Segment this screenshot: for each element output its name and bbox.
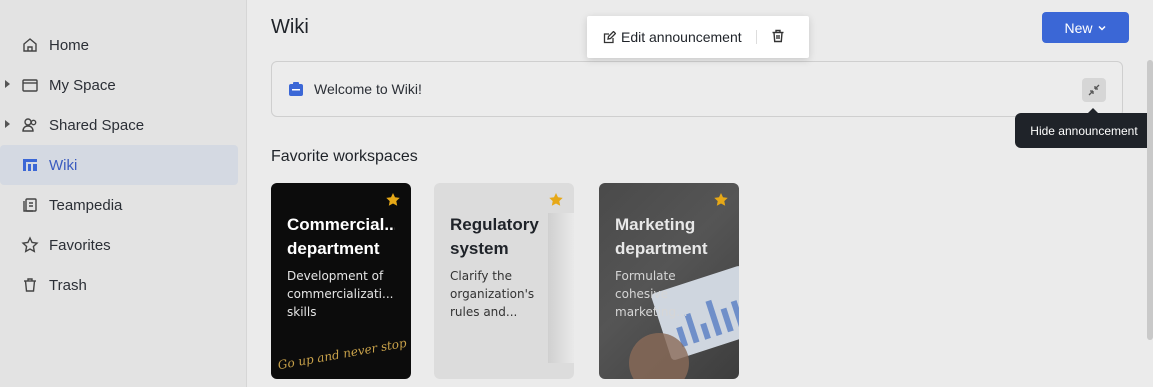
trash-icon: [772, 29, 784, 42]
sidebar-item-label: My Space: [49, 76, 116, 94]
home-icon: [21, 36, 39, 54]
edit-announcement-label: Edit announcement: [621, 29, 742, 45]
edit-announcement-button[interactable]: Edit announcement: [603, 29, 742, 45]
page-title: Wiki: [271, 16, 309, 38]
workspace-card-regulatory[interactable]: Regulatory system Clarify the organizati…: [434, 183, 574, 379]
sidebar-item-label: Teampedia: [49, 196, 123, 214]
workspace-description: Clarify the organization's rules and...: [450, 269, 535, 319]
sidebar: Home My Space Shared Space Wiki Teampedi…: [0, 0, 247, 387]
sidebar-item-teampedia[interactable]: Teampedia: [0, 185, 238, 225]
workspace-title: Commercial... department: [287, 215, 395, 258]
teampedia-icon: [21, 196, 39, 214]
sidebar-item-label: Trash: [49, 276, 87, 294]
sidebar-item-favorites[interactable]: Favorites: [0, 225, 238, 265]
sidebar-item-label: Home: [49, 36, 90, 54]
sidebar-item-my-space[interactable]: My Space: [0, 65, 238, 105]
expand-caret-icon[interactable]: [5, 120, 10, 128]
wiki-icon: [21, 156, 39, 174]
sidebar-item-wiki[interactable]: Wiki: [0, 145, 238, 185]
announcement-text: Welcome to Wiki!: [314, 81, 422, 97]
chevron-down-icon: [1097, 25, 1106, 31]
cover-art-text: Go up and never stop: [276, 335, 408, 373]
announcement-toolbar: Edit announcement: [587, 16, 809, 58]
workspace-title: Marketing department: [615, 215, 708, 258]
announcement-banner: Welcome to Wiki!: [271, 61, 1123, 117]
users-icon: [21, 116, 39, 134]
folder-icon: [21, 76, 39, 94]
favorite-workspaces-heading: Favorite workspaces: [271, 148, 418, 165]
toolbar-divider: [755, 30, 757, 44]
sidebar-item-label: Favorites: [49, 236, 111, 254]
sidebar-item-label: Wiki: [49, 156, 78, 174]
cover-image: [548, 213, 574, 363]
new-button-label: New: [1064, 19, 1093, 36]
workspace-description: Development of commercializati... skills: [287, 269, 394, 319]
workspace-card-commercial[interactable]: Commercial... department Development of …: [271, 183, 411, 379]
main-content: Wiki New Welcome to Wiki! Edit announcem…: [247, 0, 1153, 387]
announcement-icon: [289, 82, 303, 96]
sidebar-item-shared-space[interactable]: Shared Space: [0, 105, 238, 145]
sidebar-item-trash[interactable]: Trash: [0, 265, 238, 305]
delete-announcement-button[interactable]: [771, 29, 785, 46]
star-icon: [21, 236, 39, 254]
trash-icon: [21, 276, 39, 294]
workspace-title: Regulatory system: [450, 215, 539, 258]
new-button[interactable]: New: [1042, 12, 1129, 43]
workspace-card-marketing[interactable]: Marketing department Formulate cohesive …: [599, 183, 739, 379]
sidebar-item-label: Shared Space: [49, 116, 145, 134]
star-icon[interactable]: [713, 192, 729, 208]
collapse-icon: [1088, 84, 1100, 96]
hide-announcement-button[interactable]: [1082, 78, 1106, 102]
hide-announcement-tooltip: Hide announcement: [1015, 108, 1153, 148]
sidebar-item-home[interactable]: Home: [0, 25, 238, 65]
star-icon[interactable]: [548, 192, 564, 208]
edit-icon: [603, 30, 616, 43]
star-icon[interactable]: [385, 192, 401, 208]
scrollbar[interactable]: [1147, 60, 1153, 340]
expand-caret-icon[interactable]: [5, 80, 10, 88]
workspace-description: Formulate cohesive marketing...: [615, 269, 688, 319]
